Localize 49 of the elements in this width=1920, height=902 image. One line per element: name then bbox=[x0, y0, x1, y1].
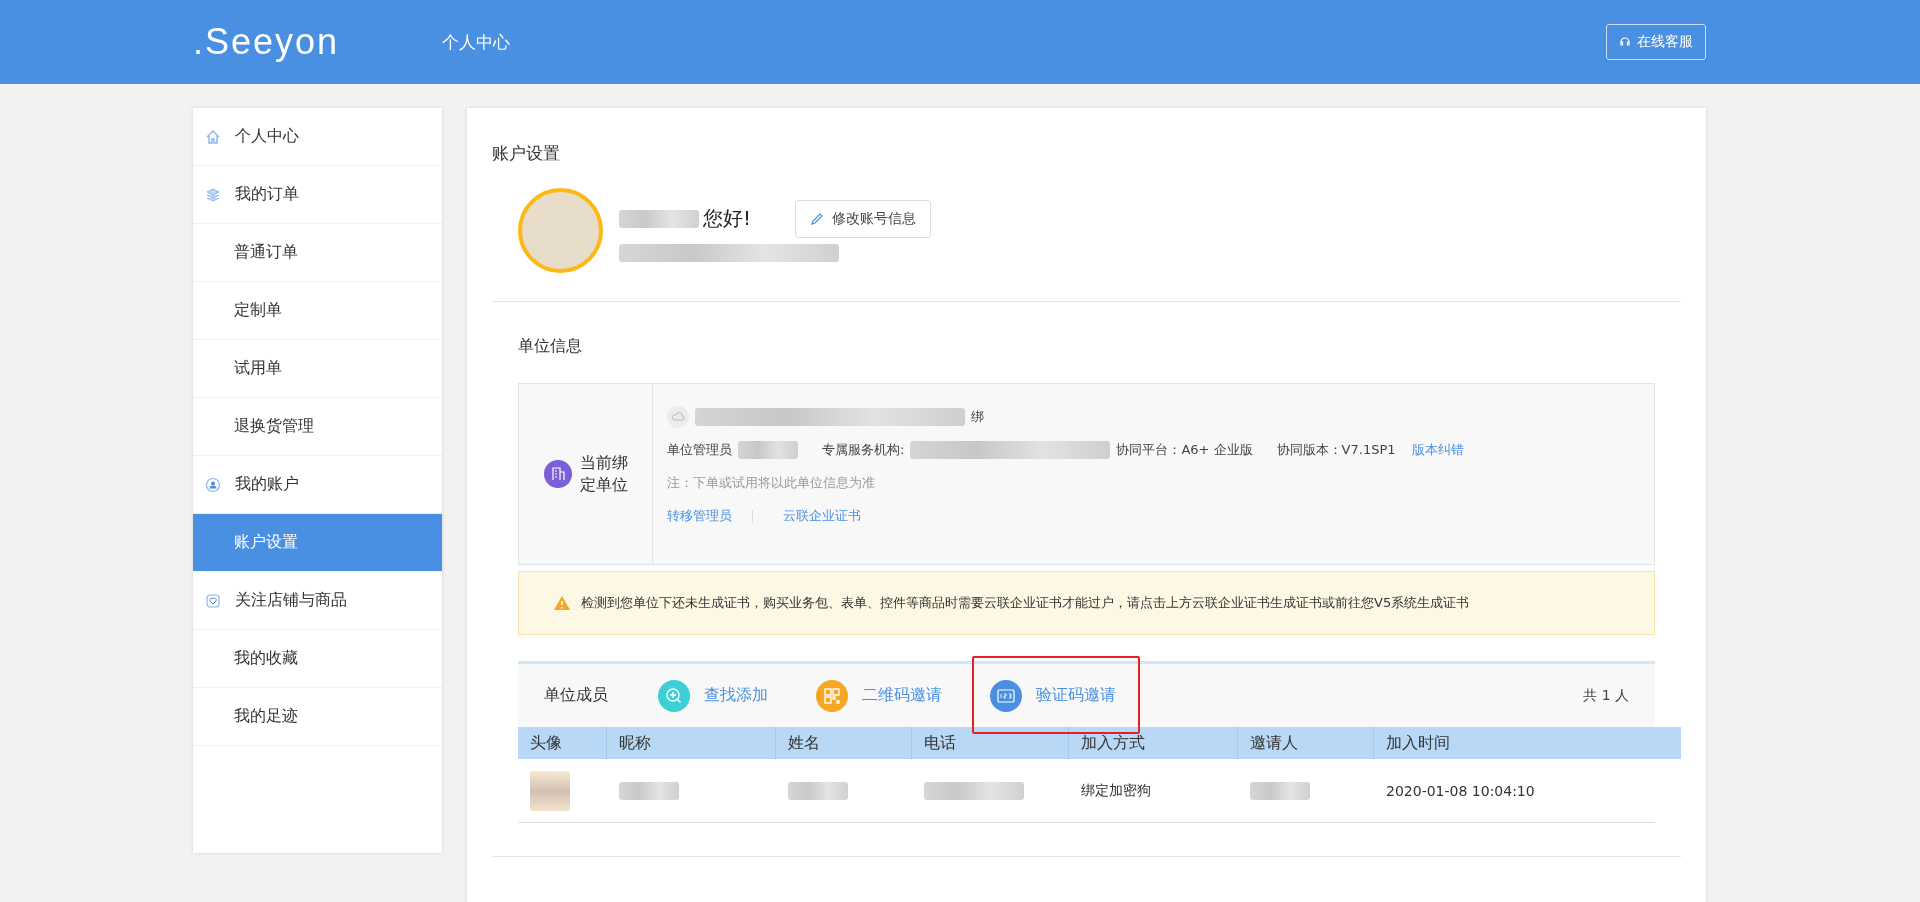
sidebar-item[interactable]: 我的足迹 bbox=[193, 688, 442, 746]
version-text: 协同版本：V7.1SP1 bbox=[1276, 441, 1396, 459]
admin-label: 单位管理员 bbox=[667, 441, 732, 459]
sidebar-item[interactable]: 个人中心 bbox=[193, 108, 442, 166]
note-text: 注：下单或试用将以此单位信息为准 bbox=[667, 474, 875, 492]
greeting-text: 您好! bbox=[703, 205, 752, 232]
page-title: 个人中心 bbox=[442, 30, 510, 54]
warning-icon bbox=[553, 595, 571, 611]
sidebar-item[interactable]: 普通订单 bbox=[193, 224, 442, 282]
member-count: 共 1 人 bbox=[1583, 686, 1629, 705]
table-cell: 绑定加密狗 bbox=[1081, 781, 1151, 800]
bound-unit-label: 当前绑定单位 bbox=[579, 451, 628, 496]
column-header: 头像 bbox=[518, 727, 607, 759]
members-title: 单位成员 bbox=[544, 685, 608, 706]
home-icon bbox=[205, 128, 221, 145]
blurred-admin bbox=[738, 441, 798, 459]
column-header: 姓名 bbox=[776, 727, 912, 759]
blurred-name bbox=[788, 781, 848, 800]
cloud-icon bbox=[667, 406, 689, 428]
building-icon bbox=[543, 460, 572, 488]
section-title: 账户设置 bbox=[492, 142, 561, 165]
service-org-label: 专属服务机构: bbox=[822, 441, 905, 459]
user-icon bbox=[205, 476, 221, 493]
pencil-icon bbox=[810, 211, 825, 226]
table-cell: 2020-01-08 10:04:10 bbox=[1386, 782, 1535, 799]
sidebar-item[interactable]: 定制单 bbox=[193, 282, 442, 340]
column-header: 电话 bbox=[912, 727, 1069, 759]
sidebar-item[interactable]: 退换货管理 bbox=[193, 398, 442, 456]
edit-account-button[interactable]: 修改账号信息 bbox=[795, 199, 932, 238]
blurred-inviter bbox=[1250, 781, 1310, 800]
number-pad-icon bbox=[990, 679, 1022, 712]
column-header: 邀请人 bbox=[1238, 727, 1374, 759]
sidebar-item[interactable]: 试用单 bbox=[193, 340, 442, 398]
platform-text: 协同平台：A6+ 企业版 bbox=[1116, 441, 1253, 459]
warning-text: 检测到您单位下还未生成证书，购买业务包、表单、控件等商品时需要云联企业证书才能过户，请点击上方云联企业证书生成证书或前往您V5系统生成证书 bbox=[581, 594, 1470, 612]
column-header: 加入方式 bbox=[1069, 727, 1238, 759]
sidebar-item[interactable]: 关注店铺与商品 bbox=[193, 572, 442, 630]
unbind-link[interactable]: 绑 bbox=[971, 408, 984, 426]
search-icon bbox=[658, 679, 690, 712]
blurred-avatar bbox=[530, 770, 570, 811]
column-header: 加入时间 bbox=[1385, 732, 1451, 754]
section-title: 单位信息 bbox=[517, 335, 583, 357]
blurred-nickname bbox=[619, 781, 679, 800]
sidebar-item[interactable]: 我的收藏 bbox=[193, 630, 442, 688]
headset-icon bbox=[1619, 36, 1631, 48]
column-header: 昵称 bbox=[607, 727, 776, 759]
qr-code-icon bbox=[816, 679, 848, 712]
layers-icon bbox=[205, 186, 221, 203]
sidebar-item[interactable]: 我的订单 bbox=[193, 166, 442, 224]
